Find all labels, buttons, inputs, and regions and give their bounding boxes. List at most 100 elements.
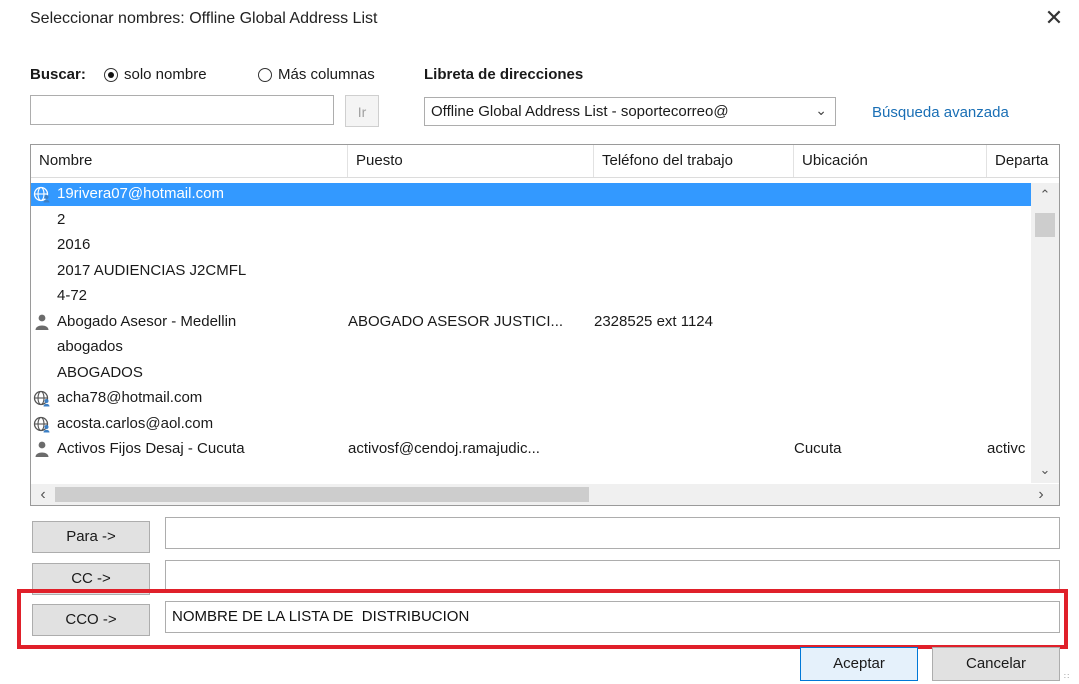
cell-location bbox=[794, 236, 987, 256]
cell-dept bbox=[987, 185, 1031, 205]
cell-location bbox=[794, 389, 987, 409]
table-row[interactable]: 4-72 bbox=[31, 285, 1031, 308]
cell-phone bbox=[594, 440, 794, 460]
cell-location bbox=[794, 185, 987, 205]
column-header-name[interactable]: Nombre bbox=[31, 145, 348, 177]
table-row[interactable]: acha78@hotmail.com bbox=[31, 387, 1031, 410]
cell-location: Cucuta bbox=[794, 440, 842, 457]
cell-dept: activc bbox=[987, 440, 1026, 457]
globe-contact-icon bbox=[33, 186, 50, 203]
radio-more-columns[interactable] bbox=[258, 68, 272, 82]
close-icon[interactable]: ✕ bbox=[1040, 4, 1068, 32]
globe-contact-icon bbox=[33, 390, 50, 407]
cancel-button[interactable]: Cancelar bbox=[932, 647, 1060, 681]
cell-title bbox=[348, 262, 594, 282]
cell-phone bbox=[594, 338, 794, 358]
radio-name-only-label[interactable]: solo nombre bbox=[124, 66, 207, 83]
cell-title bbox=[348, 211, 594, 231]
cell-dept bbox=[987, 338, 1031, 358]
to-button[interactable]: Para -> bbox=[32, 521, 150, 553]
cell-phone bbox=[594, 262, 794, 282]
cell-dept bbox=[987, 287, 1031, 307]
horizontal-scroll-thumb[interactable] bbox=[55, 487, 589, 502]
cell-phone bbox=[594, 236, 794, 256]
table-row[interactable]: 19rivera07@hotmail.com bbox=[31, 183, 1031, 206]
table-row[interactable]: 2 bbox=[31, 209, 1031, 232]
table-row[interactable]: 2017 AUDIENCIAS J2CMFL bbox=[31, 260, 1031, 283]
cell-name: Abogado Asesor - Medellin bbox=[57, 312, 237, 330]
horizontal-scrollbar[interactable]: ‹ › bbox=[31, 484, 1059, 505]
scroll-right-icon[interactable]: › bbox=[1031, 484, 1051, 505]
list-rows: 19rivera07@hotmail.com 2 2016 2017 AUDIENCI… bbox=[31, 183, 1031, 483]
cell-phone: 2328525 ext 1124 bbox=[594, 312, 713, 330]
cell-title bbox=[348, 364, 594, 384]
cell-phone bbox=[594, 287, 794, 307]
bcc-field[interactable]: NOMBRE DE LA LISTA DE DISTRIBUCION bbox=[165, 601, 1060, 633]
cell-dept bbox=[987, 211, 1031, 231]
cell-name: acosta.carlos@aol.com bbox=[57, 414, 214, 432]
cell-name: Activos Fijos Desaj - Cucuta bbox=[57, 440, 245, 457]
cell-title: activosf@cendoj.ramajudic... bbox=[348, 440, 540, 457]
address-book-label: Libreta de direcciones bbox=[424, 66, 584, 83]
cell-location bbox=[794, 415, 987, 435]
column-header-location[interactable]: Ubicación bbox=[794, 145, 987, 177]
table-row[interactable]: abogados bbox=[31, 336, 1031, 359]
cell-location bbox=[794, 287, 987, 307]
globe-contact-icon bbox=[33, 416, 50, 432]
cell-phone bbox=[594, 185, 794, 205]
cell-title bbox=[348, 389, 594, 409]
cell-dept bbox=[987, 389, 1031, 409]
table-row[interactable]: Abogado Asesor - Medellin ABOGADO ASESOR … bbox=[31, 311, 1031, 334]
table-row[interactable]: ABOGADOS bbox=[31, 362, 1031, 385]
scroll-left-icon[interactable]: ‹ bbox=[33, 484, 53, 505]
scroll-down-icon[interactable]: ⌄ bbox=[1031, 461, 1059, 483]
cell-location bbox=[794, 262, 987, 282]
person-icon bbox=[35, 441, 49, 457]
table-row[interactable]: Activos Fijos Desaj - Cucuta activosf@cen… bbox=[31, 438, 1031, 461]
search-input[interactable] bbox=[30, 95, 334, 125]
cell-name: 19rivera07@hotmail.com bbox=[57, 185, 224, 202]
cell-phone bbox=[594, 415, 794, 435]
bcc-button[interactable]: CCO -> bbox=[32, 604, 150, 636]
cell-phone bbox=[594, 211, 794, 231]
address-list[interactable]: Nombre Puesto Teléfono del trabajo Ubica… bbox=[30, 144, 1060, 506]
chevron-down-icon: ⌄ bbox=[815, 102, 827, 118]
cell-location bbox=[794, 211, 987, 231]
column-header-phone[interactable]: Teléfono del trabajo bbox=[594, 145, 794, 177]
search-label: Buscar: bbox=[30, 66, 86, 83]
cell-dept bbox=[987, 313, 1031, 333]
cell-title bbox=[348, 287, 594, 307]
scroll-up-icon[interactable]: ⌃ bbox=[1031, 183, 1059, 205]
address-book-selected: Offline Global Address List - soportecor… bbox=[431, 103, 729, 120]
go-button[interactable]: Ir bbox=[345, 95, 379, 127]
cell-name: ABOGADOS bbox=[57, 363, 143, 381]
radio-name-only[interactable] bbox=[104, 68, 118, 82]
ok-button[interactable]: Aceptar bbox=[800, 647, 918, 681]
resize-grip-icon[interactable]: ∷ bbox=[1064, 672, 1069, 681]
cell-title bbox=[348, 185, 594, 205]
cell-title: ABOGADO ASESOR JUSTICI... bbox=[348, 312, 564, 330]
cc-field[interactable] bbox=[165, 560, 1060, 592]
person-icon bbox=[35, 314, 49, 330]
list-header: Nombre Puesto Teléfono del trabajo Ubica… bbox=[31, 145, 1059, 178]
vertical-scrollbar[interactable]: ⌃ ⌄ bbox=[1031, 183, 1059, 483]
cell-location bbox=[794, 338, 987, 358]
vertical-scroll-thumb[interactable] bbox=[1035, 213, 1055, 237]
cell-location bbox=[794, 313, 987, 333]
bcc-field-value: NOMBRE DE LA LISTA DE DISTRIBUCION bbox=[172, 608, 470, 625]
column-header-department[interactable]: Departa bbox=[987, 145, 1059, 177]
cell-phone bbox=[594, 364, 794, 384]
radio-more-columns-label[interactable]: Más columnas bbox=[278, 66, 375, 83]
to-field[interactable] bbox=[165, 517, 1060, 549]
table-row[interactable]: 2016 bbox=[31, 234, 1031, 257]
cell-dept bbox=[987, 415, 1031, 435]
table-row[interactable]: acosta.carlos@aol.com bbox=[31, 413, 1031, 436]
cell-name: abogados bbox=[57, 338, 123, 355]
advanced-search-link[interactable]: Búsqueda avanzada bbox=[872, 104, 1009, 121]
cell-phone bbox=[594, 389, 794, 409]
address-book-select[interactable]: Offline Global Address List - soportecor… bbox=[424, 97, 836, 126]
column-header-title[interactable]: Puesto bbox=[348, 145, 594, 177]
cell-name: acha78@hotmail.com bbox=[57, 389, 203, 406]
cell-location bbox=[794, 364, 987, 384]
cell-title bbox=[348, 236, 594, 256]
